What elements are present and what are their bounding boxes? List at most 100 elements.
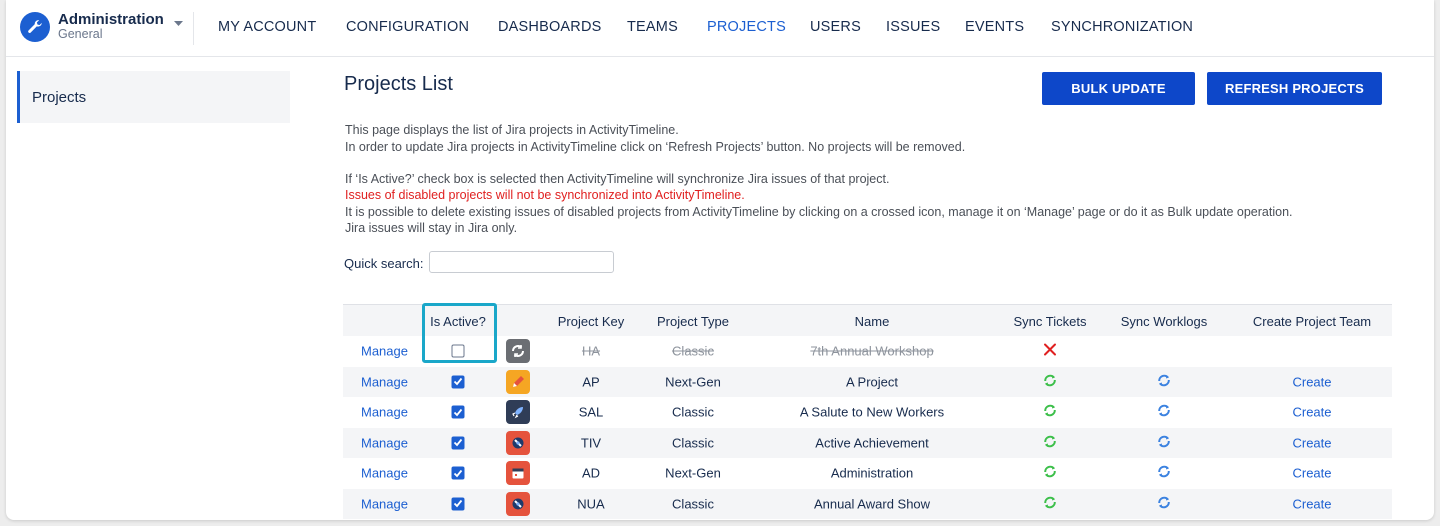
project-name: Active Achievement — [815, 435, 929, 451]
warning-text: Issues of disabled projects will not be … — [345, 188, 745, 202]
project-key: AD — [581, 465, 601, 481]
table-row: Manage AP Next-Gen A Project Create — [343, 366, 1392, 397]
app-subtitle: General — [58, 27, 103, 41]
header-project-type[interactable]: Project Type — [657, 314, 729, 329]
is-active-checkbox[interactable] — [451, 436, 465, 450]
wrench-icon — [20, 12, 50, 42]
manage-link[interactable]: Manage — [361, 435, 408, 450]
is-active-checkbox[interactable] — [451, 375, 465, 389]
sync-tickets-cell — [1042, 433, 1058, 452]
admin-menu[interactable]: Administration General — [20, 12, 183, 42]
sync-disabled-x-icon[interactable] — [1043, 343, 1057, 357]
sync-tickets-icon[interactable] — [1042, 464, 1058, 480]
table-header: Is Active? Project Key Project Type Name… — [343, 304, 1392, 336]
sync-worklogs-cell — [1156, 464, 1172, 483]
manage-link[interactable]: Manage — [361, 496, 408, 511]
sync-tickets-icon[interactable] — [1042, 372, 1058, 388]
sync-tickets-cell — [1043, 343, 1057, 360]
sidebar-item-projects[interactable]: Projects — [17, 71, 290, 123]
sync-worklogs-icon[interactable] — [1156, 494, 1172, 510]
create-team-link[interactable]: Create — [1292, 405, 1331, 420]
create-team-link[interactable]: Create — [1292, 466, 1331, 481]
sync-tickets-icon[interactable] — [1042, 403, 1058, 419]
sync-tickets-cell — [1042, 464, 1058, 483]
project-name: A Project — [845, 374, 899, 390]
sync-worklogs-icon[interactable] — [1156, 464, 1172, 480]
project-key: SAL — [578, 404, 604, 420]
header-is-active[interactable]: Is Active? — [430, 314, 486, 329]
header-create-project-team[interactable]: Create Project Team — [1253, 314, 1371, 329]
create-team-link[interactable]: Create — [1292, 496, 1331, 511]
caret-down-icon — [173, 14, 183, 32]
sync-tickets-icon[interactable] — [1042, 494, 1058, 510]
is-active-checkbox[interactable] — [451, 405, 465, 419]
create-team-link[interactable]: Create — [1292, 374, 1331, 389]
manage-link[interactable]: Manage — [361, 466, 408, 481]
project-type: Classic — [672, 435, 714, 451]
project-type: Classic — [672, 496, 714, 512]
sync-worklogs-cell — [1156, 433, 1172, 452]
project-type: Classic — [672, 404, 714, 420]
sync-worklogs-cell — [1156, 403, 1172, 422]
sync-worklogs-icon[interactable] — [1156, 403, 1172, 419]
header-name[interactable]: Name — [855, 314, 890, 329]
is-active-checkbox[interactable] — [451, 497, 465, 511]
project-type: Classic — [672, 343, 714, 359]
sync-tickets-icon[interactable] — [1042, 433, 1058, 449]
header-sync-tickets[interactable]: Sync Tickets — [1014, 314, 1087, 329]
manage-link[interactable]: Manage — [361, 405, 408, 420]
project-key: TIV — [580, 435, 602, 451]
nav-synchronization[interactable]: SYNCHRONIZATION — [1051, 19, 1193, 35]
sync-tickets-cell — [1042, 403, 1058, 422]
nav-configuration[interactable]: CONFIGURATION — [346, 19, 469, 35]
app-title: Administration — [58, 11, 164, 28]
nav-my-account[interactable]: MY ACCOUNT — [218, 19, 316, 35]
nav-dashboards[interactable]: DASHBOARDS — [498, 19, 602, 35]
sync-worklogs-icon[interactable] — [1156, 433, 1172, 449]
is-active-checkbox[interactable] — [451, 466, 465, 480]
manage-link[interactable]: Manage — [361, 374, 408, 389]
nav-users[interactable]: USERS — [810, 19, 861, 35]
project-name: 7th Annual Workshop — [810, 343, 934, 359]
description-line: If ‘Is Active?’ check box is selected th… — [345, 172, 890, 186]
gear-project-icon — [506, 339, 530, 364]
table-row: Manage TIV Classic Active Achievement Create — [343, 427, 1392, 458]
nav-events[interactable]: EVENTS — [965, 19, 1024, 35]
nav-divider — [193, 12, 194, 45]
table-row: Manage NUA Classic Annual Award Show Create — [343, 488, 1392, 519]
project-name: Administration — [830, 465, 914, 481]
page-title: Projects List — [344, 73, 453, 95]
project-type: Next-Gen — [665, 374, 721, 390]
create-team-link[interactable]: Create — [1292, 435, 1331, 450]
refresh-projects-button[interactable]: REFRESH PROJECTS — [1207, 72, 1382, 105]
project-type: Next-Gen — [665, 465, 721, 481]
calendar-project-icon — [506, 461, 530, 486]
nav-issues[interactable]: ISSUES — [886, 19, 940, 35]
nav-teams[interactable]: TEAMS — [627, 19, 678, 35]
sync-worklogs-cell — [1156, 494, 1172, 513]
satellite-project-icon — [506, 491, 530, 516]
sync-worklogs-cell — [1156, 372, 1172, 391]
nav-projects[interactable]: PROJECTS — [707, 19, 786, 35]
table-row: Manage AD Next-Gen Administration Create — [343, 458, 1392, 489]
table-row: Manage SAL Classic A Salute to New Workers C… — [343, 397, 1392, 428]
description-line: In order to update Jira projects in Acti… — [345, 140, 966, 154]
header-sync-worklogs[interactable]: Sync Worklogs — [1121, 314, 1207, 329]
sync-worklogs-icon[interactable] — [1156, 372, 1172, 388]
quick-search-input[interactable] — [429, 251, 614, 273]
description-line: This page displays the list of Jira proj… — [345, 123, 679, 137]
sync-tickets-cell — [1042, 372, 1058, 391]
description-line: Jira issues will stay in Jira only. — [345, 221, 518, 235]
projects-table: Is Active? Project Key Project Type Name… — [343, 304, 1392, 519]
quick-search-label: Quick search: — [344, 256, 424, 271]
is-active-checkbox[interactable] — [451, 344, 465, 358]
sync-tickets-cell — [1042, 494, 1058, 513]
project-key: AP — [582, 374, 600, 390]
description-line: It is possible to delete existing issues… — [345, 205, 1293, 219]
app-window: Administration General MY ACCOUNT CONFIG… — [6, 0, 1434, 520]
header-project-key[interactable]: Project Key — [558, 314, 624, 329]
project-name: A Salute to New Workers — [799, 404, 945, 420]
bulk-update-button[interactable]: BULK UPDATE — [1042, 72, 1195, 105]
project-key: NUA — [577, 496, 605, 512]
manage-link[interactable]: Manage — [361, 344, 408, 359]
